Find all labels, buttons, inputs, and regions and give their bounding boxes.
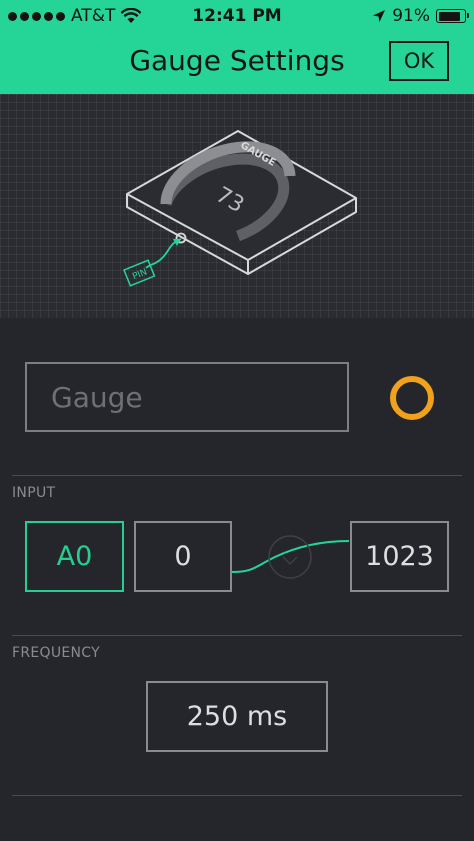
frequency-selector[interactable]: 250 ms bbox=[146, 681, 328, 752]
range-max-input[interactable]: 1023 bbox=[350, 521, 449, 592]
divider-bottom bbox=[12, 795, 462, 796]
divider-frequency bbox=[12, 635, 462, 636]
gauge-settings-screen: AT&T 12:41 PM 91% Gauge Settings OK 73 G… bbox=[0, 0, 474, 841]
frequency-section-label: FREQUENCY bbox=[12, 645, 100, 661]
